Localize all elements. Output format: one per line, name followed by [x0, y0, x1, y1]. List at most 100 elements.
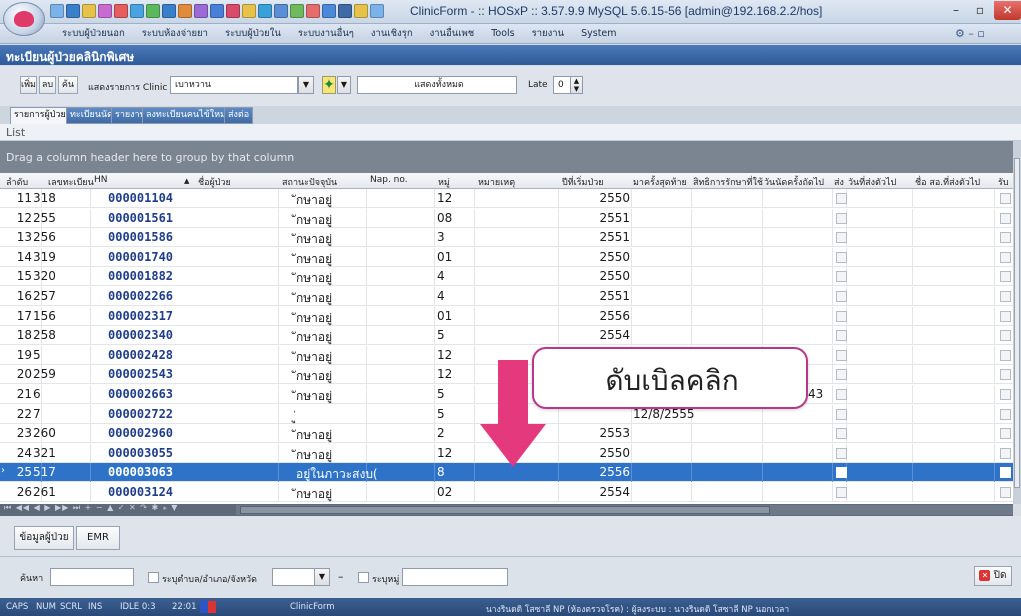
row-checkbox[interactable] — [836, 447, 847, 459]
row-checkbox[interactable] — [836, 193, 847, 204]
column-header[interactable]: ปีที่เริ่มป่วย — [562, 175, 604, 189]
menu-item-proactive[interactable]: งานเชิงรุก — [371, 26, 413, 41]
chevron-down-icon[interactable]: ▼ — [314, 568, 330, 586]
column-header[interactable]: วันนัดครั้งถัดไป — [764, 175, 824, 189]
table-row[interactable]: 18 258 000002340ักษาอยู่ 5 2554 — [0, 326, 1013, 346]
emr-button[interactable]: EMR — [76, 526, 120, 550]
table-row[interactable]: 11 318 000001104ักษาอยู่ 12 2550 — [0, 189, 1013, 208]
column-header[interactable]: ส่ง — [834, 175, 844, 189]
tool-icon[interactable] — [322, 4, 336, 18]
tab-refer[interactable]: ส่งต่อ — [224, 107, 254, 124]
row-checkbox[interactable] — [1000, 428, 1011, 440]
tool-icon[interactable] — [306, 4, 320, 18]
tool-icon[interactable] — [82, 4, 96, 18]
column-header[interactable]: สิทธิการรักษาที่ใช้ — [693, 175, 763, 189]
tool-icon[interactable] — [274, 4, 288, 18]
row-checkbox[interactable] — [1000, 212, 1011, 224]
table-row[interactable]: 17 156 000002317ักษาอยู่ 01 2556 — [0, 306, 1013, 326]
row-checkbox[interactable] — [836, 271, 847, 283]
row-checkbox[interactable] — [836, 291, 847, 302]
menu-item-pharmacy[interactable]: ระบบห้องจ่ายยา — [142, 26, 208, 41]
clinic-select[interactable]: เบาหวาน — [170, 76, 298, 94]
row-checkbox[interactable] — [836, 310, 847, 322]
menu-item-other-systems[interactable]: ระบบงานอื่นๆ — [298, 26, 354, 41]
mdi-window-controls[interactable]: ⚙ – ▫ — [955, 27, 985, 40]
table-row[interactable]: 26 261 000003124ักษาอยู่ 02 2554 — [0, 483, 1013, 502]
column-header[interactable]: Nap. no. — [370, 175, 408, 185]
address-select[interactable] — [272, 568, 316, 586]
tool-icon[interactable] — [178, 4, 192, 18]
row-checkbox[interactable] — [1000, 291, 1011, 302]
column-header[interactable]: HN — [94, 175, 108, 185]
row-checkbox[interactable] — [836, 428, 847, 440]
tool-icon[interactable] — [370, 4, 384, 18]
group-by-panel[interactable]: Drag a column header here to group by th… — [0, 141, 1013, 173]
tool-icon[interactable] — [130, 4, 144, 18]
add-button[interactable]: เพิ่ม — [20, 76, 37, 94]
tool-icon[interactable] — [258, 4, 272, 18]
column-header[interactable]: ลำดับ — [6, 175, 28, 189]
column-header[interactable]: เลขทะเบียน — [48, 175, 94, 189]
moo-input[interactable] — [402, 568, 508, 586]
row-checkbox[interactable] — [1000, 447, 1011, 459]
row-checkbox[interactable] — [836, 408, 847, 420]
person-icon[interactable]: ✦ — [322, 76, 336, 94]
row-checkbox[interactable] — [836, 369, 847, 381]
navigator-buttons[interactable]: ⏮ ◀◀ ◀ ▶ ▶▶ ⏭ + − ▲ ✓ ✕ ↷ ✱ ⁎ ▼ — [4, 503, 178, 513]
delete-button[interactable]: ลบ — [39, 76, 56, 94]
tool-icon[interactable] — [354, 4, 368, 18]
moo-checkbox[interactable] — [358, 572, 369, 583]
row-checkbox[interactable] — [836, 389, 847, 400]
row-checkbox[interactable] — [1000, 271, 1011, 283]
column-header[interactable]: สถานะปัจจุบัน — [282, 175, 337, 189]
tool-icon[interactable] — [226, 4, 240, 18]
tab-register-new-patient[interactable]: ลงทะเบียนคนไข้ใหม่ — [142, 107, 231, 124]
maximize-button[interactable]: ▫ — [968, 1, 992, 20]
row-checkbox[interactable] — [1000, 369, 1011, 381]
minimize-button[interactable]: – — [944, 1, 968, 20]
scrollbar-thumb[interactable] — [1014, 158, 1020, 488]
row-checkbox[interactable] — [1000, 232, 1011, 244]
app-logo-icon[interactable] — [3, 2, 45, 36]
row-checkbox[interactable] — [836, 232, 847, 244]
chevron-down-icon[interactable]: ▼ — [298, 76, 314, 94]
close-window-button[interactable]: ✕ — [994, 1, 1021, 20]
menu-item-system[interactable]: System — [581, 28, 616, 39]
scrollbar-thumb[interactable] — [240, 506, 770, 514]
row-checkbox[interactable] — [1000, 389, 1011, 400]
row-checkbox[interactable] — [1000, 193, 1011, 204]
column-header[interactable]: หมายเหตุ — [478, 175, 515, 189]
late-spinner[interactable]: ▲ ▼ — [570, 76, 583, 94]
menu-item-reports[interactable]: รายงาน — [532, 26, 564, 41]
row-checkbox[interactable] — [836, 487, 847, 498]
tool-icon[interactable] — [114, 4, 128, 18]
search-input[interactable] — [50, 568, 134, 586]
tool-icon[interactable] — [194, 4, 208, 18]
row-checkbox[interactable] — [1000, 487, 1011, 498]
tool-icon[interactable] — [66, 4, 80, 18]
menu-item-tools[interactable]: Tools — [491, 28, 514, 39]
row-checkbox[interactable] — [1000, 408, 1011, 420]
row-checkbox[interactable] — [1000, 310, 1011, 322]
column-header[interactable]: มาครั้งสุดท้าย — [633, 175, 687, 189]
table-row[interactable]: 12 255 000001561ักษาอยู่ 08 2551 — [0, 208, 1013, 228]
row-checkbox[interactable] — [1000, 467, 1011, 479]
tool-icon[interactable] — [210, 4, 224, 18]
column-header[interactable]: รับ — [998, 175, 1009, 189]
tool-icon[interactable] — [146, 4, 160, 18]
row-checkbox[interactable] — [1000, 251, 1011, 263]
search-button[interactable]: ค้น — [58, 76, 78, 94]
tool-icon[interactable] — [242, 4, 256, 18]
row-checkbox[interactable] — [836, 349, 847, 361]
tool-icon[interactable] — [338, 4, 352, 18]
tool-icon[interactable] — [50, 4, 64, 18]
tab-appointments[interactable]: ทะเบียนนัด — [66, 107, 117, 124]
column-header[interactable]: ชื่อผู้ป่วย — [198, 175, 231, 189]
row-checkbox[interactable] — [836, 330, 847, 342]
close-button[interactable]: ✕ ปิด — [974, 566, 1012, 586]
chevron-down-icon[interactable]: ▼ — [337, 76, 351, 94]
column-header[interactable]: วันที่ส่งตัวไป — [848, 175, 896, 189]
row-checkbox[interactable] — [836, 467, 847, 479]
table-row[interactable]: 14 319 000001740ักษาอยู่ 01 2550 — [0, 247, 1013, 267]
menu-item-ipd[interactable]: ระบบผู้ป่วยใน — [225, 26, 281, 41]
